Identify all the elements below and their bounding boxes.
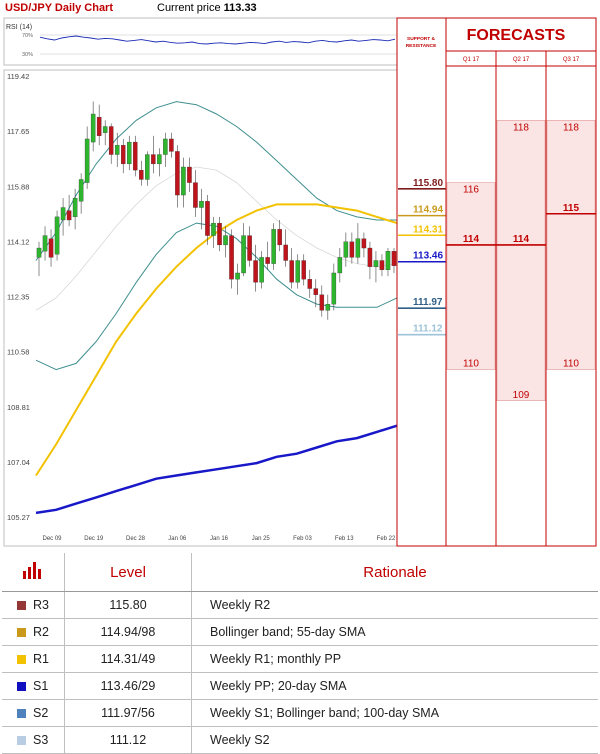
rsi-label: RSI (14) (6, 24, 32, 31)
level-name-cell: S2 (2, 699, 65, 727)
level-name: S1 (33, 679, 49, 693)
level-name: S2 (33, 706, 49, 720)
forecast-high: 118 (513, 122, 529, 133)
level-name-cell: R1 (2, 645, 65, 673)
forecast-range (446, 182, 496, 370)
sr-level-label: 115.80 (413, 178, 443, 189)
y-tick-label: 119.42 (7, 72, 29, 81)
y-tick-label: 112.35 (7, 293, 29, 302)
bar-chart-icon (2, 553, 65, 592)
forecast-quarter: Q3 17 (563, 57, 580, 63)
level-rationale: Weekly R1; monthly PP (191, 645, 598, 673)
x-tick-label: Dec 28 (126, 536, 146, 542)
forecast-mid: 114 (513, 234, 530, 245)
level-value: 114.31/49 (64, 645, 192, 673)
x-tick-label: Dec 09 (42, 536, 62, 542)
header-rationale: Rationale (191, 553, 598, 592)
candle (54, 210, 60, 261)
table-row: S3 111.12 Weekly S2 (2, 726, 598, 754)
table-row: R2 114.94/98 Bollinger band; 55-day SMA (2, 618, 598, 646)
page: USD/JPY Daily Chart Current price 113.33… (0, 0, 600, 754)
sr-level-label: 114.31 (413, 224, 443, 235)
forecast-low: 109 (513, 390, 530, 401)
levels-table: Level Rationale R3 115.80 Weekly R2 R2 114.9… (2, 553, 598, 754)
level-value: 113.46/29 (64, 672, 192, 700)
sr-level-label: 113.46 (413, 251, 443, 262)
level-swatch (17, 601, 26, 611)
sr-column (396, 17, 447, 547)
rsi-level-70: 70% (22, 33, 33, 39)
forecast-quarter: Q2 17 (513, 57, 530, 63)
sr-level-label: 111.12 (413, 324, 443, 335)
level-swatch (17, 628, 26, 638)
y-tick-label: 115.88 (7, 182, 29, 191)
level-name-cell: R2 (2, 618, 65, 646)
sr-header-line1: SUPPORT & (407, 36, 436, 42)
y-tick-label: 105.27 (7, 513, 30, 522)
table-row: S1 113.46/29 Weekly PP; 20-day SMA (2, 672, 598, 700)
y-tick-label: 114.12 (7, 237, 29, 246)
level-name: R3 (33, 598, 49, 612)
level-name-cell: S1 (2, 672, 65, 700)
level-name: R2 (33, 625, 49, 639)
level-swatch (17, 709, 26, 719)
level-swatch (17, 736, 26, 746)
forecast-title: FORECASTS (467, 27, 566, 44)
level-value: 111.12 (64, 726, 192, 754)
forecast-quarter: Q1 17 (463, 57, 480, 63)
level-rationale: Weekly R2 (191, 591, 598, 619)
forecast-mid: 114 (463, 234, 480, 245)
x-tick-label: Feb 13 (335, 536, 354, 542)
candle (271, 223, 276, 270)
level-name: R1 (33, 652, 49, 666)
forecast-range (546, 120, 596, 370)
sr-header-line2: RESISTANCE (406, 43, 437, 49)
level-value: 114.94/98 (64, 618, 192, 646)
sr-level-label: 111.97 (413, 297, 443, 308)
forecast-low: 110 (463, 359, 479, 370)
forecast-mid: 115 (563, 203, 580, 214)
level-swatch (17, 655, 26, 665)
header-level: Level (64, 553, 192, 592)
forecast-range (496, 120, 546, 402)
level-value: 111.97/56 (64, 699, 192, 727)
level-rationale: Weekly S2 (191, 726, 598, 754)
level-rationale: Weekly S1; Bollinger band; 100-day SMA (191, 699, 598, 727)
y-tick-label: 108.81 (7, 403, 30, 412)
forecast-high: 118 (563, 122, 579, 133)
rsi-level-30: 30% (22, 52, 33, 58)
y-tick-label: 107.04 (7, 458, 30, 467)
forecast-low: 110 (563, 359, 579, 370)
x-tick-label: Jan 06 (168, 536, 187, 542)
level-rationale: Weekly PP; 20-day SMA (191, 672, 598, 700)
level-name-cell: S3 (2, 726, 65, 754)
x-axis: Dec 09 Dec 19 Dec 28 Jan 06 Jan 16 Jan 25 Feb … (42, 536, 396, 542)
forecast-high: 116 (463, 185, 479, 196)
table-row: R1 114.31/49 Weekly R1; monthly PP (2, 645, 598, 673)
table-row: R3 115.80 Weekly R2 (2, 591, 598, 619)
table-row: S2 111.97/56 Weekly S1; Bollinger band; 10… (2, 699, 598, 727)
y-tick-label: 117.65 (7, 127, 29, 136)
sr-level-label: 114.94 (413, 205, 443, 216)
level-swatch (17, 682, 26, 692)
x-tick-label: Feb 03 (293, 536, 312, 542)
rsi-panel: RSI (14) 70% 30% (3, 17, 398, 66)
x-tick-label: Dec 19 (84, 536, 104, 542)
price-chart: RSI (14) 70% 30% 119.42 117.65 115.88 114.1… (3, 17, 597, 547)
x-tick-label: Jan 25 (252, 536, 271, 542)
level-name-cell: R3 (2, 591, 65, 619)
y-tick-label: 110.58 (7, 348, 29, 357)
table-header-row: Level Rationale (2, 553, 598, 592)
x-tick-label: Feb 22 (377, 536, 396, 542)
level-value: 115.80 (64, 591, 192, 619)
level-rationale: Bollinger band; 55-day SMA (191, 618, 598, 646)
x-tick-label: Jan 16 (210, 536, 229, 542)
price-panel (3, 69, 398, 547)
